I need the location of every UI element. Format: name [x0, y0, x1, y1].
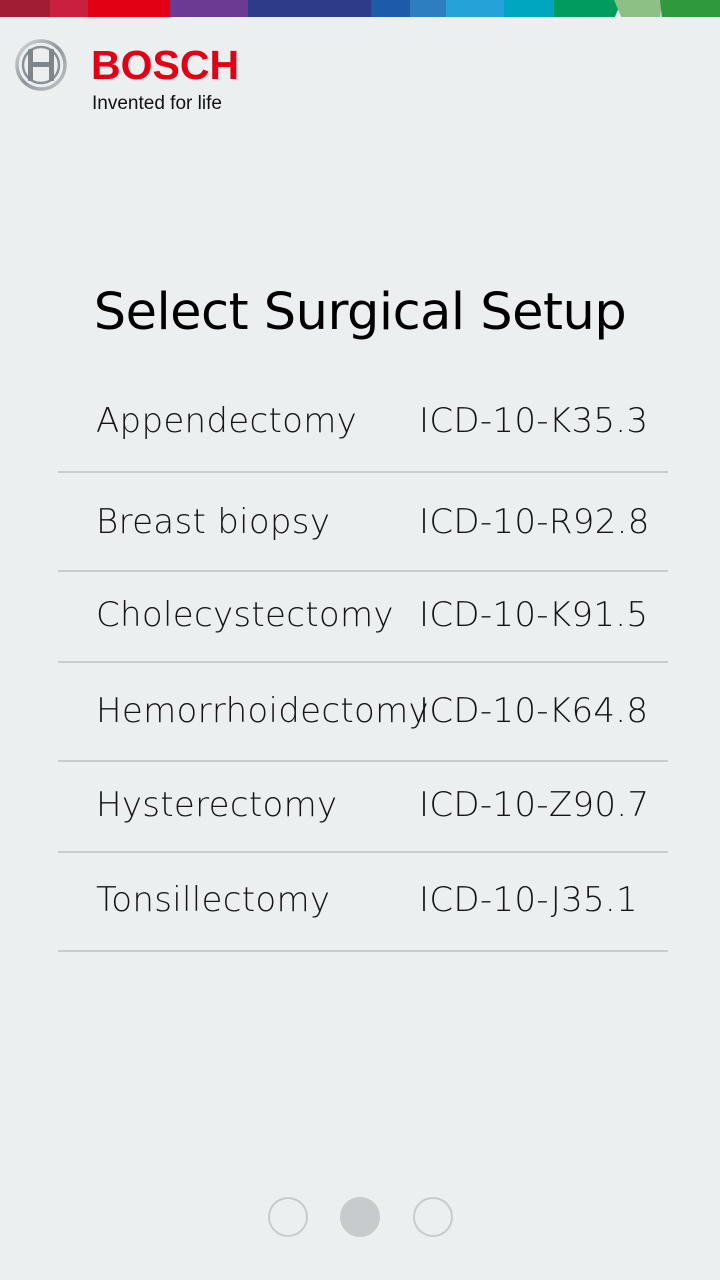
page-indicator — [268, 1197, 454, 1239]
setup-name: Appendectomy — [96, 401, 358, 441]
page-title: Select Surgical Setup — [93, 283, 627, 342]
setup-icd-code: ICD-10-K35.3 — [419, 401, 649, 441]
setup-row-tonsillectomy[interactable]: Tonsillectomy ICD-10-J35.1 — [58, 853, 668, 952]
bosch-logo: BOSCH Invented for life — [15, 39, 275, 119]
setup-row-appendectomy[interactable]: Appendectomy ICD-10-K35.3 — [58, 373, 668, 473]
setup-name: Hemorrhoidectomy — [96, 691, 429, 731]
setup-name: Tonsillectomy — [96, 880, 331, 920]
page-dot-1[interactable] — [268, 1197, 308, 1237]
setup-row-hysterectomy[interactable]: Hysterectomy ICD-10-Z90.7 — [58, 762, 668, 853]
brand-name: BOSCH — [91, 42, 240, 88]
setup-icd-code: ICD-10-R92.8 — [419, 502, 650, 542]
brand-tagline: Invented for life — [92, 93, 222, 114]
setup-row-breast-biopsy[interactable]: Breast biopsy ICD-10-R92.8 — [58, 473, 668, 572]
bosch-supergraphic-bar — [0, 0, 720, 19]
bosch-armature-icon — [15, 39, 67, 91]
page-dot-2-active[interactable] — [340, 1197, 380, 1237]
setup-name: Cholecystectomy — [96, 595, 394, 635]
setup-icd-code: ICD-10-Z90.7 — [419, 785, 650, 825]
setup-icd-code: ICD-10-K91.5 — [419, 595, 649, 635]
setup-icd-code: ICD-10-J35.1 — [419, 880, 638, 920]
setup-name: Hysterectomy — [96, 785, 338, 825]
setup-row-hemorrhoidectomy[interactable]: Hemorrhoidectomy ICD-10-K64.8 — [58, 663, 668, 762]
setup-row-cholecystectomy[interactable]: Cholecystectomy ICD-10-K91.5 — [58, 572, 668, 663]
setup-name: Breast biopsy — [96, 502, 331, 542]
setup-icd-code: ICD-10-K64.8 — [419, 691, 649, 731]
page-dot-3[interactable] — [413, 1197, 453, 1237]
